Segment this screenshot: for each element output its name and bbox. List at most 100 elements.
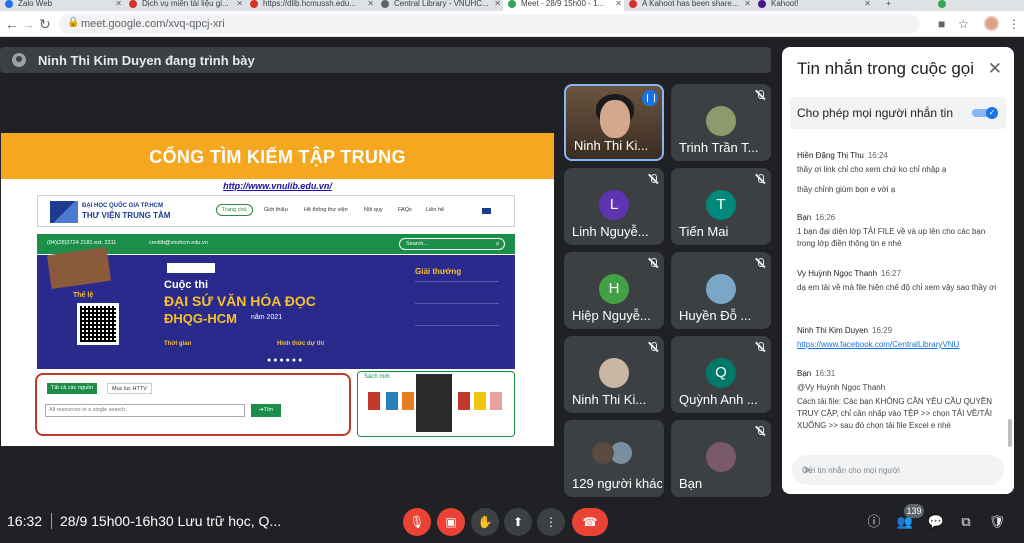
mic-muted-icon [755,90,765,100]
camera-off-button[interactable]: ▣ [437,508,465,536]
mic-muted-icon [755,426,765,436]
browser-tab[interactable]: Dịch vụ miễn tài liệu gi... ✕ [124,0,245,11]
allow-messaging-toggle[interactable]: ✓ [972,107,998,119]
site-nav-home: Trang chủ [216,204,253,216]
extension-icon[interactable] [938,0,946,8]
message-sender: Ninh Thi Kim Duyen [797,326,868,335]
participant-avatar: H [599,274,629,304]
message-text: thầy chỉnh giùm bọn e với ạ [797,185,896,194]
participant-tile[interactable]: Trinh Trần T... [671,84,771,161]
tab-label: Meet - 28/9 15h00 - 1... [521,0,605,8]
leave-call-button[interactable]: ☎ [572,508,608,536]
participant-name: Ninh Thi Ki... [574,138,649,153]
site-nav-intro: Giới thiệu [264,207,288,213]
info-icon[interactable]: ⓘ [864,512,884,532]
browser-tab[interactable]: https://dlib.hcmussh.edu... ✕ [245,0,376,11]
tab-label: A Kahoot has been share... [642,0,739,8]
book-cover-featured [416,374,452,432]
more-options-button[interactable]: ⋮ [537,508,565,536]
participant-tile[interactable]: Ninh Thi Ki... [564,84,664,161]
participant-tile[interactable]: H Hiệp Nguyễ... [564,252,664,329]
chat-icon[interactable]: 💬 [926,512,946,532]
participant-name: Linh Nguyễ... [572,224,649,239]
new-tab-button[interactable]: + [880,0,900,11]
check-icon: ✓ [986,107,998,119]
tab-close-icon[interactable]: ✕ [115,0,122,8]
participant-tile[interactable]: Huyền Đỗ ... [671,252,771,329]
chat-input[interactable]: Gửi tin nhắn cho mọi người ➤ [792,455,1004,485]
banner-time: Thời gian [164,341,192,347]
participant-tile[interactable]: Bạn [671,420,771,497]
participant-tile[interactable]: Q Quỳnh Anh ... [671,336,771,413]
tab-close-icon[interactable]: ✕ [236,0,243,8]
site-nav-faqs: FAQs [398,207,412,213]
participant-name: Quỳnh Anh ... [679,392,758,407]
presenter-banner: Ninh Thi Kim Duyen đang trình bày [0,47,771,73]
message-link[interactable]: https://www.facebook.com/CentralLibraryV… [797,340,959,349]
present-icon: ⬆ [512,515,524,529]
browser-tab[interactable]: Kahoot! ✕ [753,0,873,11]
library-site-header: ĐẠI HỌC QUỐC GIA TP.HCM THƯ VIỆN TRUNG T… [37,195,515,227]
tab-favicon-icon [381,0,389,8]
site-search-text: Search... [406,241,429,247]
mic-muted-icon [648,342,658,352]
tab-close-icon[interactable]: ✕ [615,0,622,8]
back-icon[interactable]: ← [5,15,19,33]
new-books-label: Sách mới [364,374,390,380]
message-time: 16:26 [815,213,836,222]
chat-scrollbar[interactable] [1008,419,1012,447]
tab-close-icon[interactable]: ✕ [744,0,751,8]
participant-name: Tiến Mai [679,224,729,239]
participant-photo [599,358,629,388]
shared-screen: CỔNG TÌM KIẾM TẬP TRUNG http://www.vnuli… [1,133,554,446]
raise-hand-button[interactable]: ✋ [471,508,499,536]
meeting-controls-bar: 16:32 28/9 15h00-16h30 Lưu trữ học, Q...… [0,500,1024,543]
tab-favicon-icon [5,0,13,8]
participant-tile[interactable]: T Tiến Mai [671,168,771,245]
mic-off-button[interactable]: 🎙 [403,508,431,536]
message-text: Cách tải file: Các bạn KHÔNG CẦN YÊU CẦU… [797,397,993,430]
present-button[interactable]: ⬆ [504,508,532,536]
participant-name: Huyền Đỗ ... [679,308,752,323]
camera-icon[interactable]: ■ [938,17,945,31]
address-bar[interactable]: 🔒 meet.google.com/xvq-qpcj-xri [59,14,919,34]
lookup-tab-catalog: Mục lục HTTV [107,383,152,394]
tab-favicon-icon [129,0,137,8]
message-sender: Bạn [797,213,812,222]
bookmark-star-icon[interactable]: ☆ [958,17,969,31]
banner-org: ĐHQG-HCM [164,311,237,326]
browser-tab[interactable]: Zalo Web ✕ [0,0,124,11]
participant-tile[interactable]: Ninh Thi Ki... [564,336,664,413]
profile-avatar[interactable] [984,16,999,31]
chat-message: Hiền Đặng Thị Thu 16:24 thầy ơi link chỉ c… [797,150,997,196]
site-search-icon: ⌕ [495,239,500,248]
tab-close-icon[interactable]: ✕ [367,0,374,8]
close-icon[interactable]: ✕ [988,59,1002,79]
tab-close-icon[interactable]: ✕ [864,0,871,8]
tab-close-icon[interactable]: ✕ [494,0,501,8]
slide-link: http://www.vnulib.edu.vn/ [223,181,332,191]
mic-muted-icon [755,258,765,268]
host-controls-icon[interactable]: 🛡 [987,512,1007,532]
more-vert-icon: ⋮ [545,515,557,529]
activities-icon[interactable]: ⧉ [956,512,976,532]
browser-tab[interactable]: A Kahoot has been share... ✕ [624,0,753,11]
mic-muted-icon [755,174,765,184]
message-time: 16:27 [881,269,902,278]
lock-icon: 🔒 [67,17,80,28]
send-icon[interactable]: ➤ [802,462,994,478]
chat-message: Ninh Thi Kim Duyen 16:29 https://www.faceb… [797,325,997,351]
browser-tab[interactable]: Central Library - VNUHC... ✕ [376,0,503,11]
phone-hangup-icon: ☎ [582,515,598,529]
participant-tile[interactable]: L Linh Nguyễ... [564,168,664,245]
participant-photo [706,106,736,136]
banner-year: năm 2021 [251,314,283,321]
tab-favicon-icon [508,0,516,8]
browser-menu-icon[interactable]: ⋮ [1008,17,1020,31]
participant-tile[interactable]: 129 người khác [564,420,664,497]
forward-icon[interactable]: → [21,15,35,33]
browser-tab[interactable]: Meet - 28/9 15h00 - 1... ✕ [503,0,624,11]
new-books: Sách mới [357,371,515,437]
message-time: 16:24 [867,151,888,160]
reload-icon[interactable]: ↻ [39,15,51,33]
